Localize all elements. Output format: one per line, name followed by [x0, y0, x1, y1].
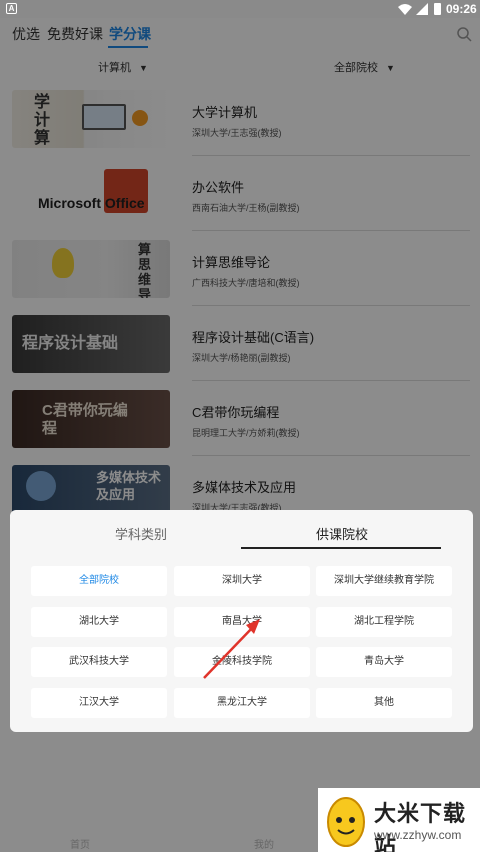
- tab-offering-school[interactable]: 供课院校: [316, 524, 368, 543]
- app-notification-icon: A: [6, 3, 17, 14]
- battery-icon: [434, 3, 441, 15]
- active-sheet-tab-indicator: [241, 547, 441, 549]
- status-time: 09:26: [446, 2, 477, 16]
- school-option[interactable]: 深圳大学: [174, 566, 310, 596]
- school-option[interactable]: 武汉科技大学: [31, 647, 167, 677]
- wifi-icon: [398, 4, 412, 15]
- school-option-all[interactable]: 全部院校: [31, 566, 167, 596]
- school-option[interactable]: 湖北大学: [31, 607, 167, 637]
- school-option[interactable]: 金陵科技学院: [174, 647, 310, 677]
- school-option-nanchang[interactable]: 南昌大学: [174, 607, 310, 637]
- school-option[interactable]: 湖北工程学院: [316, 607, 452, 637]
- tab-subject-category[interactable]: 学科类别: [115, 524, 167, 543]
- watermark-title: 大米下载站: [374, 801, 467, 852]
- rice-mascot-logo: [327, 797, 365, 847]
- school-option[interactable]: 青岛大学: [316, 647, 452, 677]
- school-option[interactable]: 深圳大学继续教育学院: [316, 566, 452, 596]
- filter-sheet: 学科类别 供课院校 全部院校 深圳大学 深圳大学继续教育学院 湖北大学 南昌大学…: [10, 510, 473, 732]
- school-option[interactable]: 黑龙江大学: [174, 688, 310, 718]
- watermark: 大米下载站 www.zzhyw.com: [318, 788, 480, 852]
- watermark-url: www.zzhyw.com: [374, 828, 462, 842]
- status-bar: A 09:26: [0, 0, 480, 18]
- school-option[interactable]: 其他: [316, 688, 452, 718]
- signal-icon: [416, 3, 428, 15]
- school-option[interactable]: 江汉大学: [31, 688, 167, 718]
